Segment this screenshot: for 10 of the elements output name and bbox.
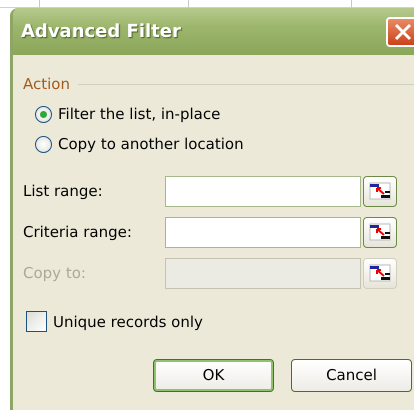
window-title: Advanced Filter [21, 20, 181, 44]
field-label: Copy to: [22, 262, 87, 284]
checkbox-label[interactable]: Unique records only [53, 310, 203, 333]
field-label: List range: [22, 180, 104, 202]
group-label: Action [23, 74, 70, 95]
field-label: Criteria range: [22, 222, 133, 243]
dialog-button[interactable]: Cancel [291, 359, 412, 392]
dialog-button[interactable]: OK [153, 359, 274, 392]
option-label[interactable]: Copy to another location [58, 133, 244, 156]
option-label[interactable]: Filter the list, in-place [58, 103, 220, 126]
